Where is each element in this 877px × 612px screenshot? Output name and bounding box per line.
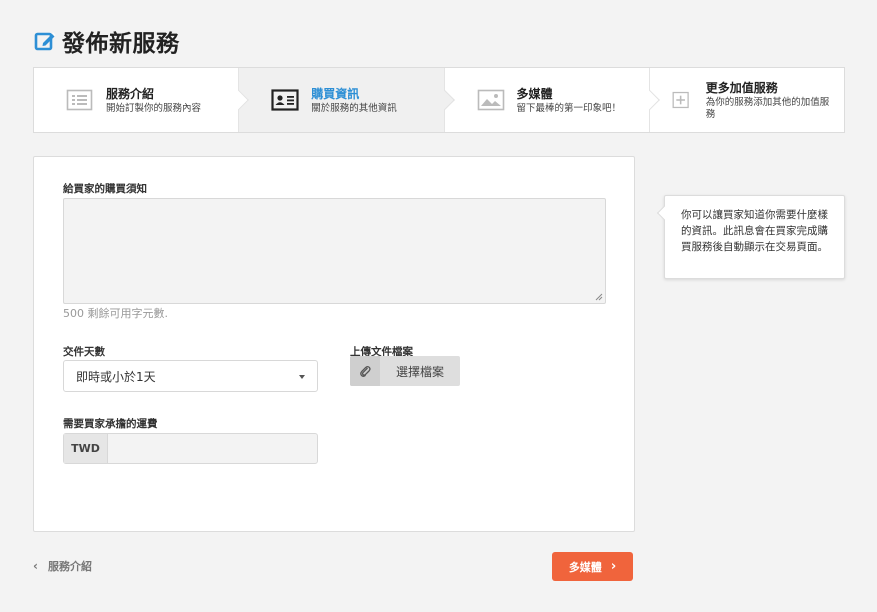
step-desc: 開始訂製你的服務內容 xyxy=(106,103,202,114)
choose-file-button[interactable]: 選擇檔案 xyxy=(350,356,460,386)
char-count: 500 剩餘可用字元數. xyxy=(63,307,168,320)
notice-label: 給買家的購買須知 xyxy=(63,183,147,195)
delivery-days-value: 即時或小於1天 xyxy=(76,369,156,384)
tooltip-arrow xyxy=(656,205,672,221)
step-indicator: 服務介紹 開始訂製你的服務內容 購買資訊 關於服務的其他資訊 多媒體 留下最棒的… xyxy=(33,67,845,133)
step-purchase-info[interactable]: 購買資訊 關於服務的其他資訊 xyxy=(239,68,455,132)
paperclip-icon xyxy=(350,356,380,386)
currency-addon: TWD xyxy=(64,434,108,463)
chevron-left-icon: ‹ xyxy=(33,559,38,573)
step-desc: 為你的服務添加其他的加值服務 xyxy=(705,97,830,120)
caret-down-icon xyxy=(299,375,305,379)
id-card-icon xyxy=(271,89,299,111)
chevron-right-icon: › xyxy=(610,559,617,574)
shipping-fee-input[interactable]: TWD xyxy=(63,433,318,464)
step-desc: 關於服務的其他資訊 xyxy=(311,103,397,114)
plus-square-icon xyxy=(672,91,689,109)
days-label: 交件天數 xyxy=(63,346,105,358)
purchase-info-form: 給買家的購買須知 500 剩餘可用字元數. 交件天數 即時或小於1天 上傳文件檔… xyxy=(33,156,635,532)
step-title: 購買資訊 xyxy=(311,87,360,101)
next-button[interactable]: 多媒體 › xyxy=(552,552,633,581)
back-label: 服務介紹 xyxy=(47,560,92,573)
notice-textarea[interactable] xyxy=(63,198,606,304)
step-title: 更多加值服務 xyxy=(705,81,778,95)
delivery-days-select[interactable]: 即時或小於1天 xyxy=(63,360,318,392)
step-desc: 留下最棒的第一印象吧！ xyxy=(516,103,622,114)
image-icon xyxy=(477,89,504,111)
step-service-intro[interactable]: 服務介紹 開始訂製你的服務內容 xyxy=(34,68,250,132)
list-icon xyxy=(66,89,93,111)
step-extra-services[interactable]: 更多加值服務 為你的服務添加其他的加值服務 xyxy=(650,68,844,132)
step-title: 多媒體 xyxy=(516,87,553,101)
page-title: 發佈新服務 xyxy=(34,24,180,58)
help-tooltip: 你可以讓買家知道你需要什麼樣的資訊。此訊息會在買家完成購買服務後自動顯示在交易頁… xyxy=(656,195,845,279)
shipping-label: 需要買家承擔的運費 xyxy=(63,418,158,430)
back-link[interactable]: ‹ 服務介紹 xyxy=(33,558,92,574)
step-media[interactable]: 多媒體 留下最棒的第一印象吧！ xyxy=(445,68,660,132)
tooltip-text: 你可以讓買家知道你需要什麼樣的資訊。此訊息會在買家完成購買服務後自動顯示在交易頁… xyxy=(681,209,828,253)
next-label: 多媒體 xyxy=(568,560,602,574)
step-title: 服務介紹 xyxy=(106,87,155,101)
resize-grip-icon[interactable] xyxy=(595,293,603,301)
page-title-text: 發佈新服務 xyxy=(62,31,180,57)
choose-file-label: 選擇檔案 xyxy=(395,364,444,379)
edit-icon xyxy=(34,32,56,51)
